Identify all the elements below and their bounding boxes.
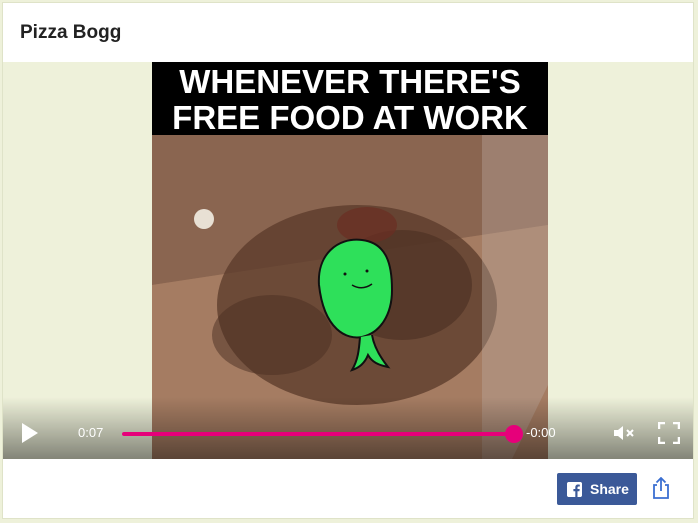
mute-icon[interactable] [613,423,637,443]
remaining-time: -0:00 [526,425,556,440]
share-label: Share [590,481,629,497]
play-icon[interactable] [20,422,40,444]
facebook-share-button[interactable]: Share [557,473,637,505]
card-footer: Share [3,459,693,520]
video-card: Pizza Bogg WHENEVER THERE'S FREE FOOD AT… [2,2,694,519]
progress-thumb[interactable] [505,425,523,443]
video-title: Pizza Bogg [20,21,122,43]
video-controls: 0:07 -0:00 [3,397,693,459]
progress-bar[interactable] [122,425,523,443]
progress-fill [122,432,512,436]
video-caption: WHENEVER THERE'S FREE FOOD AT WORK [152,62,548,136]
caption-line-1: WHENEVER THERE'S [179,63,521,100]
caption-line-2: FREE FOOD AT WORK [172,99,528,136]
current-time: 0:07 [78,425,104,440]
video-player[interactable]: WHENEVER THERE'S FREE FOOD AT WORK 0:07 … [3,62,693,459]
fullscreen-icon[interactable] [658,422,680,444]
facebook-icon [567,481,582,497]
card-header: Pizza Bogg [3,3,693,62]
share-upload-icon[interactable] [651,477,671,499]
